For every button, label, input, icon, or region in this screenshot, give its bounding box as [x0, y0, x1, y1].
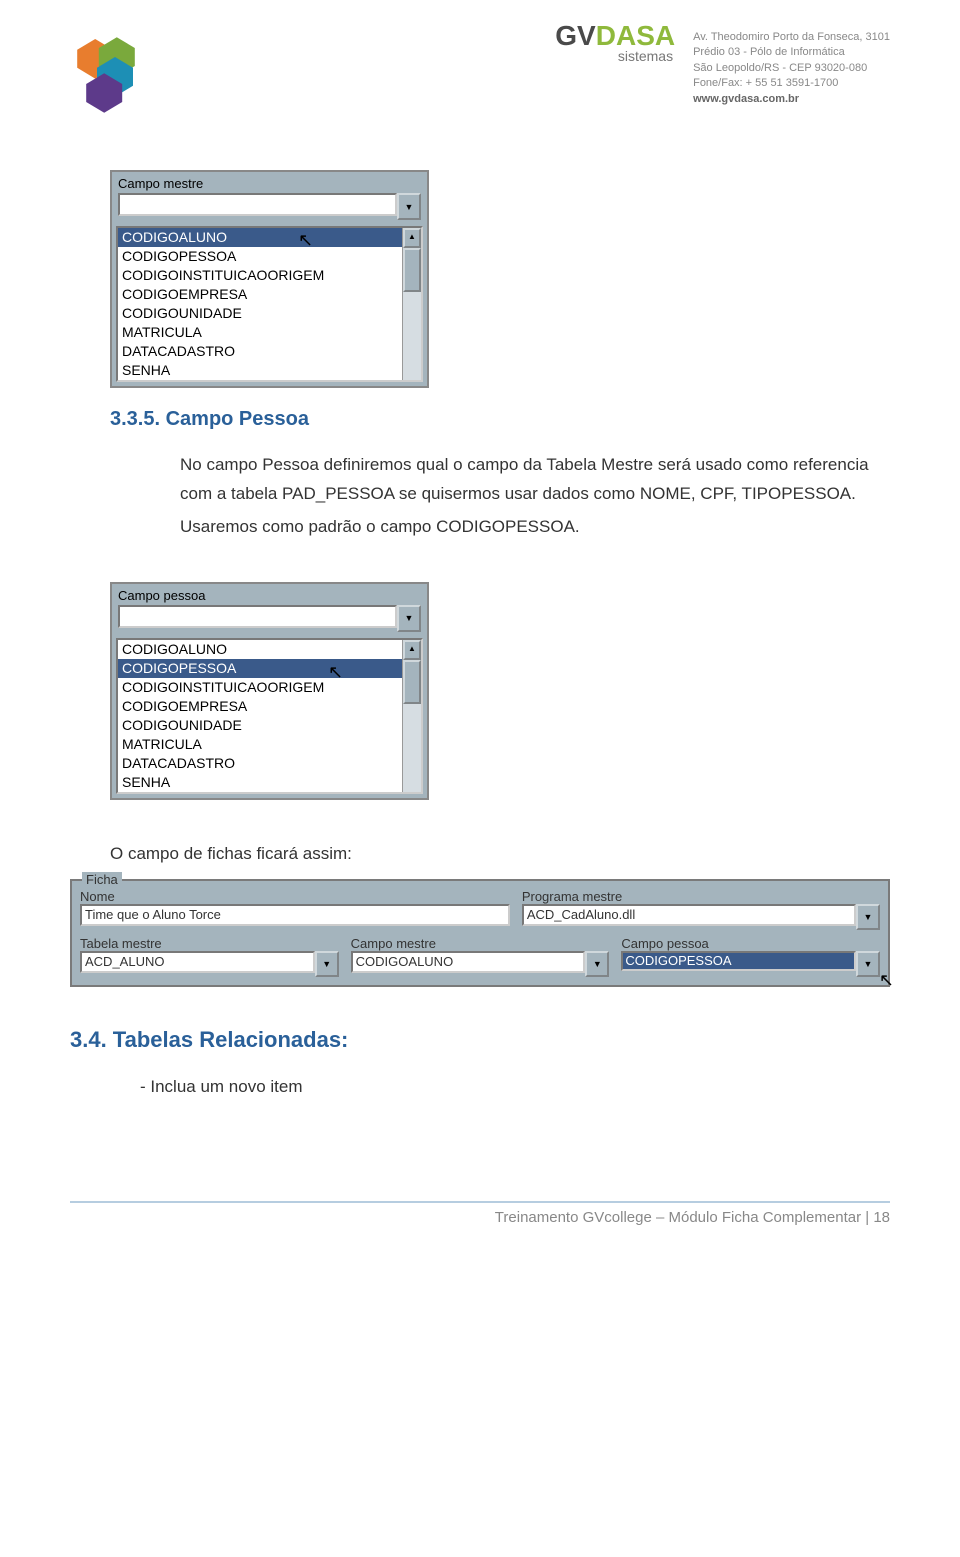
- header-right: GVDASA sistemas Av. Theodomiro Porto da …: [555, 20, 890, 130]
- campo-pessoa-combo[interactable]: CODIGOPESSOA ▼: [621, 951, 880, 977]
- combo-input[interactable]: [118, 193, 397, 216]
- dropdown-arrow-icon[interactable]: ▼: [315, 951, 339, 977]
- dropdown-arrow-icon[interactable]: ▼: [585, 951, 609, 977]
- dropdown-arrow-icon[interactable]: ▼: [397, 605, 421, 632]
- bullet-text: - Inclua um novo item: [140, 1073, 890, 1102]
- campo-pessoa-input[interactable]: CODIGOPESSOA: [621, 951, 856, 971]
- campo-mestre-input[interactable]: CODIGOALUNO: [351, 951, 586, 973]
- list-item[interactable]: MATRICULA: [118, 323, 402, 342]
- combo-input[interactable]: [118, 605, 397, 628]
- tabela-mestre-label: Tabela mestre: [80, 936, 339, 951]
- address-line: www.gvdasa.com.br: [693, 92, 890, 107]
- cursor-icon: ↖: [879, 970, 894, 991]
- campo-pessoa-dropdown: Campo pessoa ▼ CODIGOALUNO CODIGOPESSOA …: [110, 582, 429, 800]
- list-item[interactable]: CODIGOUNIDADE: [118, 716, 402, 735]
- heading-34: 3.4. Tabelas Relacionadas:: [70, 1027, 890, 1053]
- nome-label: Nome: [80, 889, 510, 904]
- dropdown-label: Campo pessoa: [112, 584, 427, 605]
- list-item[interactable]: DATACADASTRO: [118, 342, 402, 361]
- page-footer: Treinamento GVcollege – Módulo Ficha Com…: [70, 1201, 890, 1226]
- tabela-mestre-input[interactable]: ACD_ALUNO: [80, 951, 315, 973]
- address-line: Fone/Fax: + 55 51 3591-1700: [693, 76, 890, 91]
- campo-pessoa-label: Campo pessoa: [621, 936, 880, 951]
- dropdown-list[interactable]: CODIGOALUNO CODIGOPESSOA CODIGOINSTITUIC…: [116, 638, 423, 794]
- ficha-panel: Ficha Nome Time que o Aluno Torce Progra…: [70, 879, 890, 987]
- list-item[interactable]: CODIGOUNIDADE: [118, 304, 402, 323]
- address-line: São Leopoldo/RS - CEP 93020-080: [693, 61, 890, 76]
- list-items: CODIGOALUNO CODIGOPESSOA CODIGOINSTITUIC…: [118, 640, 402, 792]
- list-item[interactable]: CODIGOINSTITUICAOORIGEM: [118, 678, 402, 697]
- programa-mestre-input[interactable]: ACD_CadAluno.dll: [522, 904, 856, 926]
- dropdown-arrow-icon[interactable]: ▼: [856, 904, 880, 930]
- scroll-thumb[interactable]: [403, 248, 421, 292]
- list-item[interactable]: CODIGOEMPRESA: [118, 697, 402, 716]
- tabela-mestre-combo[interactable]: ACD_ALUNO ▼: [80, 951, 339, 977]
- dropdown-label: Campo mestre: [112, 172, 427, 193]
- dropdown-list[interactable]: CODIGOALUNO CODIGOPESSOA CODIGOINSTITUIC…: [116, 226, 423, 382]
- list-item[interactable]: MATRICULA: [118, 735, 402, 754]
- scrollbar[interactable]: ▲: [402, 640, 421, 792]
- scroll-track[interactable]: [403, 704, 421, 792]
- page-header: GVDASA sistemas Av. Theodomiro Porto da …: [70, 0, 890, 130]
- brand-gv: GV: [555, 20, 595, 52]
- heading-335: 3.3.5. Campo Pessoa: [110, 408, 890, 431]
- list-item[interactable]: CODIGOINSTITUICAOORIGEM: [118, 266, 402, 285]
- list-item[interactable]: CODIGOEMPRESA: [118, 285, 402, 304]
- scrollbar[interactable]: ▲: [402, 228, 421, 380]
- scroll-thumb[interactable]: [403, 660, 421, 704]
- ficha-intro: O campo de fichas ficará assim:: [110, 840, 870, 869]
- list-item[interactable]: CODIGOALUNO: [118, 640, 402, 659]
- combo-box[interactable]: ▼: [118, 605, 421, 632]
- brand-block: GVDASA sistemas: [555, 20, 675, 130]
- list-item[interactable]: CODIGOPESSOA: [118, 247, 402, 266]
- combo-box[interactable]: ▼: [118, 193, 421, 220]
- programa-mestre-label: Programa mestre: [522, 889, 880, 904]
- nome-input[interactable]: Time que o Aluno Torce: [80, 904, 510, 926]
- brand-sub: sistemas: [618, 48, 673, 64]
- dropdown-arrow-icon[interactable]: ▼: [856, 951, 880, 977]
- scroll-up-icon[interactable]: ▲: [403, 228, 421, 248]
- campo-mestre-label: Campo mestre: [351, 936, 610, 951]
- address-line: Av. Theodomiro Porto da Fonseca, 3101: [693, 30, 890, 45]
- ficha-legend: Ficha: [82, 872, 122, 887]
- address-block: Av. Theodomiro Porto da Fonseca, 3101 Pr…: [693, 30, 890, 130]
- footer-text: Treinamento GVcollege – Módulo Ficha Com…: [495, 1209, 890, 1226]
- paragraph: No campo Pessoa definiremos qual o campo…: [180, 451, 890, 509]
- address-line: Prédio 03 - Pólo de Informática: [693, 45, 890, 60]
- list-items: CODIGOALUNO CODIGOPESSOA CODIGOINSTITUIC…: [118, 228, 402, 380]
- dropdown-arrow-icon[interactable]: ▼: [397, 193, 421, 220]
- programa-mestre-combo[interactable]: ACD_CadAluno.dll ▼: [522, 904, 880, 930]
- logo-left: [70, 30, 160, 120]
- list-item[interactable]: DATACADASTRO: [118, 754, 402, 773]
- list-item[interactable]: SENHA: [118, 773, 402, 792]
- campo-mestre-dropdown: Campo mestre ▼ CODIGOALUNO CODIGOPESSOA …: [110, 170, 429, 388]
- list-item[interactable]: SENHA: [118, 361, 402, 380]
- scroll-track[interactable]: [403, 292, 421, 380]
- paragraph: Usaremos como padrão o campo CODIGOPESSO…: [180, 513, 890, 542]
- campo-mestre-combo[interactable]: CODIGOALUNO ▼: [351, 951, 610, 977]
- list-item[interactable]: CODIGOPESSOA: [118, 659, 402, 678]
- scroll-up-icon[interactable]: ▲: [403, 640, 421, 660]
- body-text: No campo Pessoa definiremos qual o campo…: [180, 451, 890, 542]
- list-item[interactable]: CODIGOALUNO: [118, 228, 402, 247]
